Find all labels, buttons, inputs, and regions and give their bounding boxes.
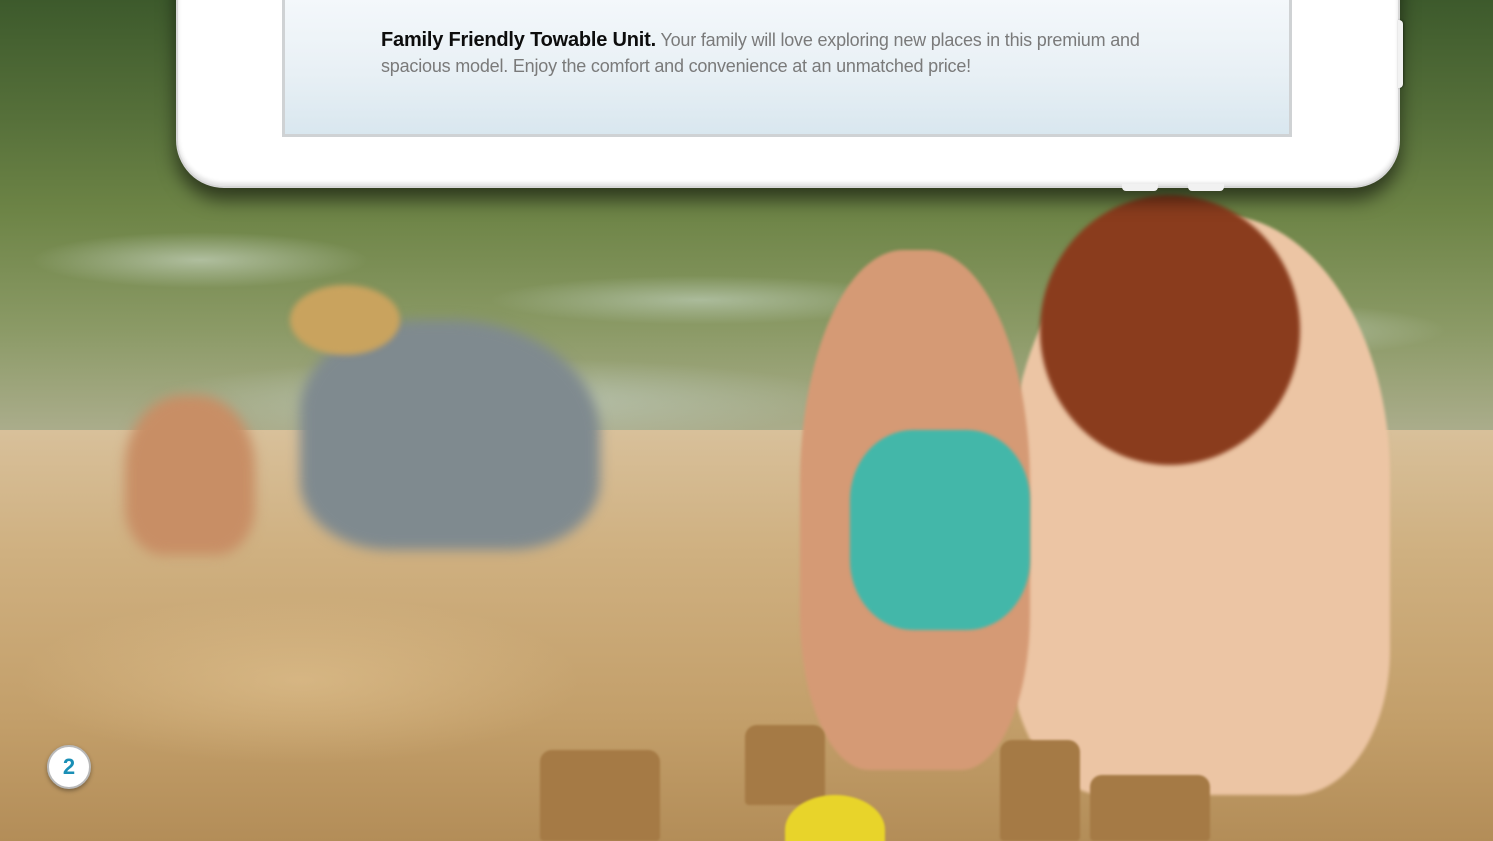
info-panel: Family Friendly Towable Unit. Your famil… <box>282 0 1292 137</box>
girl-swimsuit <box>850 430 1030 630</box>
straw-hat <box>290 285 400 355</box>
sand-castle <box>540 750 660 841</box>
info-title: Family Friendly Towable Unit. <box>381 29 656 51</box>
background-child <box>125 395 255 555</box>
tablet-side-button <box>1398 20 1403 88</box>
mother-hair <box>1040 195 1300 465</box>
info-text: Family Friendly Towable Unit. Your famil… <box>381 27 1211 79</box>
page-number-badge: 2 <box>47 745 91 789</box>
sand-castle <box>745 725 825 805</box>
tablet-bottom-button <box>1122 184 1158 191</box>
tablet-bottom-button <box>1188 184 1224 191</box>
sand-castle <box>1090 775 1210 841</box>
sand-castle <box>1000 740 1080 841</box>
